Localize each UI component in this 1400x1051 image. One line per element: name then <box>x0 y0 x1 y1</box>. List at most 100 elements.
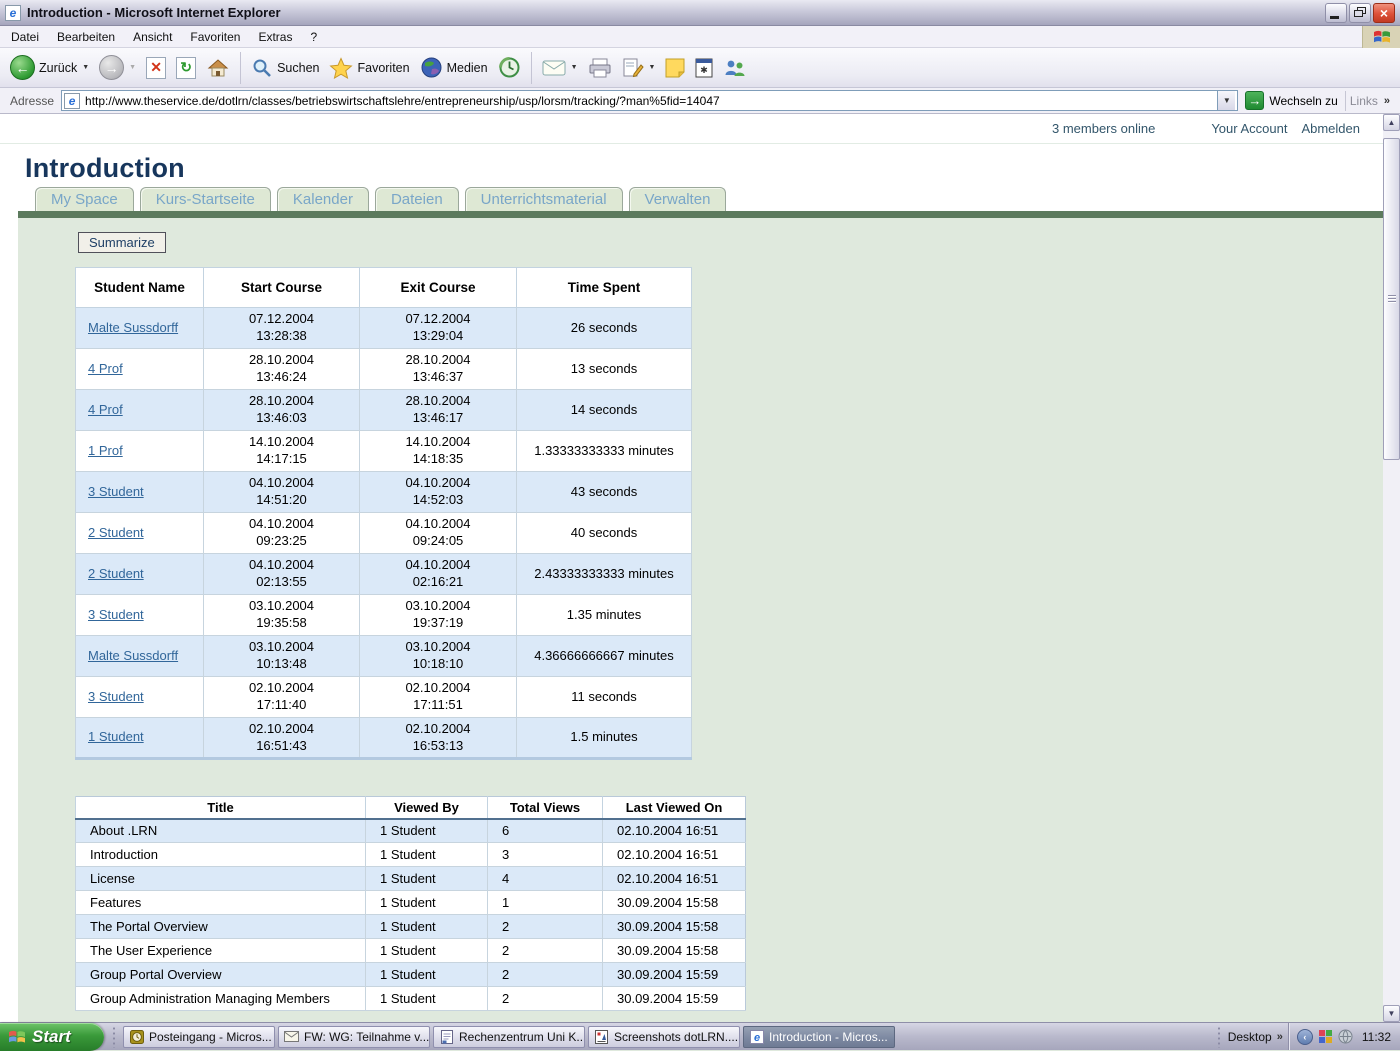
student-link[interactable]: Malte Sussdorff <box>88 648 178 663</box>
desktop-toolbar[interactable]: Desktop » <box>1228 1030 1288 1044</box>
logout-link[interactable]: Abmelden <box>1301 121 1360 136</box>
media-button[interactable]: Medien <box>415 53 493 82</box>
back-dropdown-icon[interactable]: ▼ <box>82 64 89 71</box>
scroll-down-button[interactable]: ▼ <box>1383 1005 1400 1022</box>
search-button[interactable]: Suchen <box>246 54 324 82</box>
title-bar[interactable]: e Introduction - Microsoft Internet Expl… <box>0 0 1400 26</box>
start-time: 10:13:48 <box>208 656 355 673</box>
desktop-toolbar-handle[interactable] <box>1217 1026 1222 1048</box>
tab-my-space[interactable]: My Space <box>35 187 134 211</box>
forward-button[interactable]: → ▼ <box>94 52 141 83</box>
start-date: 04.10.2004 <box>208 557 355 574</box>
messenger-button[interactable] <box>718 54 752 82</box>
edit-button[interactable]: ▼ <box>617 54 661 82</box>
stop-button[interactable]: ✕ <box>141 54 171 82</box>
total-views: 2 <box>488 939 603 963</box>
col-student-name: Student Name <box>76 268 204 308</box>
tab-kalender[interactable]: Kalender <box>277 187 369 211</box>
outlook-icon <box>129 1029 144 1044</box>
refresh-button[interactable]: ↻ <box>171 54 201 82</box>
scroll-up-button[interactable]: ▲ <box>1383 114 1400 131</box>
favorites-label: Favoriten <box>357 61 409 75</box>
start-date: 02.10.2004 <box>208 680 355 697</box>
tab-verwalten[interactable]: Verwalten <box>629 187 727 211</box>
exit-date: 04.10.2004 <box>364 557 512 574</box>
links-chevron-icon[interactable]: » <box>1384 95 1389 107</box>
menu-bearbeiten[interactable]: Bearbeiten <box>48 27 124 47</box>
favorites-button[interactable]: Favoriten <box>324 54 414 82</box>
minimize-button[interactable] <box>1325 3 1347 23</box>
student-link[interactable]: 2 Student <box>88 525 144 540</box>
start-button[interactable]: Start <box>0 1023 104 1051</box>
student-link[interactable]: 2 Student <box>88 566 144 581</box>
exit-time: 13:29:04 <box>364 328 512 345</box>
back-label: Zurück <box>39 61 77 75</box>
task-posteingang[interactable]: Posteingang - Micros... <box>123 1026 275 1048</box>
material-title: About .LRN <box>76 819 366 843</box>
print-button[interactable] <box>583 55 617 81</box>
toolbar-separator <box>531 52 532 84</box>
edit-dropdown-icon[interactable]: ▼ <box>649 64 656 71</box>
exit-time: 14:18:35 <box>364 451 512 468</box>
mail-button[interactable]: ▼ <box>537 56 583 80</box>
messenger-people-icon <box>723 57 747 79</box>
tab-unterrichtsmaterial[interactable]: Unterrichtsmaterial <box>465 187 623 211</box>
summarize-button[interactable]: Summarize <box>78 232 166 253</box>
history-button[interactable] <box>493 53 526 82</box>
address-input[interactable]: e http://www.theservice.de/dotlrn/classe… <box>61 90 1238 111</box>
menu-ansicht[interactable]: Ansicht <box>124 27 181 47</box>
student-link[interactable]: 4 Prof <box>88 361 123 376</box>
your-account-link[interactable]: Your Account <box>1211 121 1287 136</box>
go-arrow-icon: → <box>1245 91 1264 110</box>
page-favicon: e <box>64 93 80 109</box>
home-button[interactable] <box>201 54 235 82</box>
last-viewed-on: 02.10.2004 16:51 <box>603 843 746 867</box>
student-link[interactable]: 1 Prof <box>88 443 123 458</box>
minimize-icon <box>1330 16 1339 19</box>
tab-kurs-startseite[interactable]: Kurs-Startseite <box>140 187 271 211</box>
address-dropdown-icon[interactable]: ▼ <box>1217 91 1235 110</box>
task-screenshots[interactable]: Screenshots dotLRN.... <box>588 1026 740 1048</box>
material-title: Group Administration Managing Members <box>76 987 366 1011</box>
last-viewed-on: 02.10.2004 16:51 <box>603 819 746 843</box>
tray-windows-icon[interactable] <box>1318 1029 1333 1044</box>
tracking-table-header: Student Name Start Course Exit Course Ti… <box>76 268 692 308</box>
mail-dropdown-icon[interactable]: ▼ <box>571 64 578 71</box>
links-toolbar[interactable]: Links » <box>1345 91 1397 111</box>
tray-network-icon[interactable] <box>1338 1029 1353 1044</box>
discuss-button[interactable] <box>660 55 690 81</box>
student-link[interactable]: Malte Sussdorff <box>88 320 178 335</box>
menu-favoriten[interactable]: Favoriten <box>181 27 249 47</box>
menu-datei[interactable]: Datei <box>2 27 48 47</box>
go-button[interactable]: → Wechseln zu <box>1238 91 1344 110</box>
task-rechenzentrum[interactable]: Rechenzentrum Uni K... <box>433 1026 585 1048</box>
menu-extras[interactable]: Extras <box>249 27 301 47</box>
time-spent: 1.33333333333 minutes <box>517 431 692 472</box>
task-introduction-active[interactable]: e Introduction - Micros... <box>743 1026 895 1048</box>
media-globe-icon <box>420 56 443 79</box>
page-content: 3 members online Your Account Abmelden I… <box>0 114 1383 1022</box>
vertical-scrollbar[interactable]: ▲ ▼ <box>1383 114 1400 1022</box>
time-spent: 4.36666666667 minutes <box>517 636 692 677</box>
tab-dateien[interactable]: Dateien <box>375 187 459 211</box>
menu-hilfe[interactable]: ? <box>301 27 326 47</box>
student-link[interactable]: 3 Student <box>88 484 144 499</box>
hide-icons-button[interactable]: ‹ <box>1297 1029 1313 1045</box>
task-label: Posteingang - Micros... <box>149 1030 272 1044</box>
scrollbar-thumb[interactable] <box>1383 138 1400 460</box>
viewed-by: 1 Student <box>366 843 488 867</box>
student-link[interactable]: 3 Student <box>88 689 144 704</box>
size-button[interactable]: ✱ <box>690 55 718 81</box>
student-link[interactable]: 1 Student <box>88 729 144 744</box>
restore-button[interactable] <box>1349 3 1371 23</box>
time-spent: 11 seconds <box>517 677 692 718</box>
quicklaunch-handle[interactable] <box>112 1026 117 1048</box>
task-mail[interactable]: FW: WG: Teilnahme v... <box>278 1026 430 1048</box>
image-app-icon <box>594 1029 609 1044</box>
menu-bar: Datei Bearbeiten Ansicht Favoriten Extra… <box>0 26 1400 48</box>
student-link[interactable]: 3 Student <box>88 607 144 622</box>
back-button[interactable]: ← Zurück ▼ <box>5 52 94 83</box>
desktop-chevron-icon[interactable]: » <box>1277 1031 1282 1043</box>
close-button[interactable]: × <box>1373 3 1395 23</box>
student-link[interactable]: 4 Prof <box>88 402 123 417</box>
